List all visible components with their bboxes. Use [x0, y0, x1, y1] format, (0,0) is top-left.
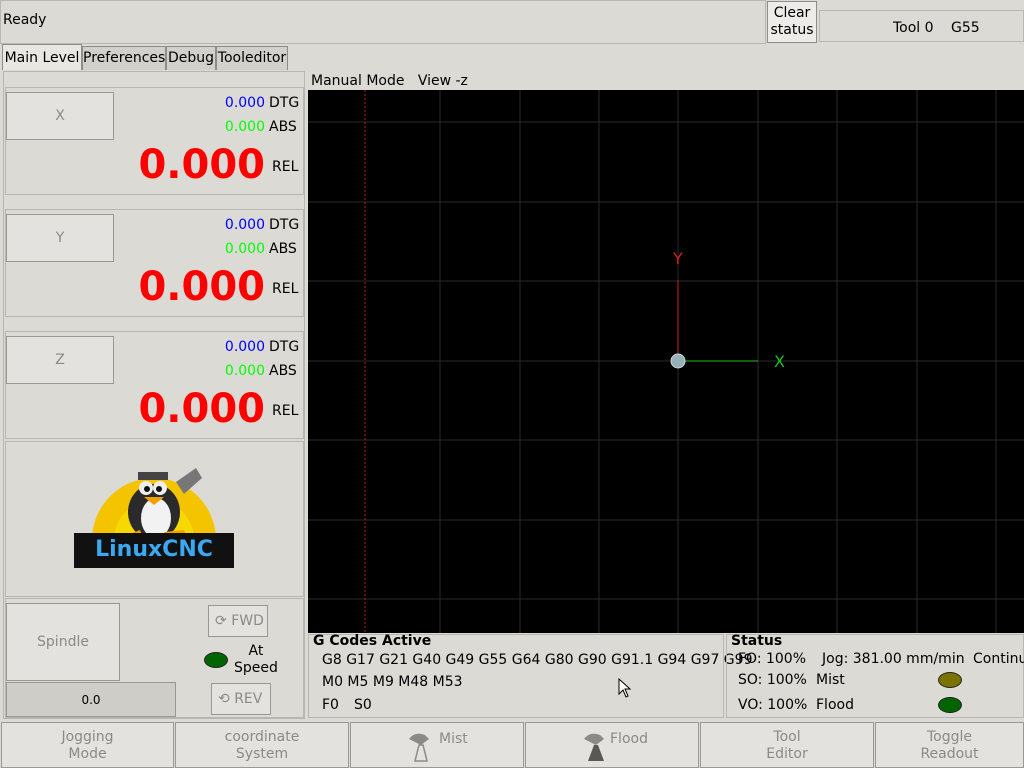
axis-y-abs-value: 0.000 — [224, 241, 265, 257]
axis-x-rel-label: REL — [272, 159, 299, 175]
clear-status-label-2: status — [770, 22, 814, 38]
axis-z-dtg-label: DTG — [269, 339, 300, 355]
jog-mode: Continuous — [973, 651, 1024, 667]
spindle-rev-label: REV — [234, 691, 263, 707]
tab-debug[interactable]: Debug — [166, 46, 216, 70]
axis-x-button[interactable]: X — [6, 92, 114, 140]
at-speed-label-2: Speed — [234, 660, 278, 676]
spindle-button[interactable]: Spindle — [6, 603, 120, 681]
flood-button[interactable]: Flood — [525, 722, 699, 768]
axis-y-dtg-label: DTG — [269, 217, 300, 233]
gcodes-line-1: G8 G17 G21 G40 G49 G55 G64 G80 G90 G91.1… — [322, 652, 753, 668]
axis-z-dtg-value: 0.000 — [224, 339, 265, 355]
coordinate-system-button[interactable]: coordinate System — [175, 722, 349, 768]
spindle-fwd-label: FWD — [231, 613, 264, 629]
spindle-fwd-button[interactable]: ⟳ FWD — [208, 605, 268, 637]
mist-icon — [409, 733, 429, 762]
jog-rate: Jog: 381.00 mm/min — [822, 651, 965, 667]
at-speed-label-1: At — [248, 643, 264, 659]
axis-y-rel-label: REL — [272, 281, 299, 297]
axis-x-dtg-value: 0.000 — [224, 95, 265, 111]
graphics-y-axis-label: Y — [672, 249, 683, 268]
axis-z-rel-value: 0.000 — [138, 386, 265, 432]
gcodes-speed: S0 — [354, 697, 372, 713]
axis-z-rel-label: REL — [272, 403, 299, 419]
coord-system-label: G55 — [951, 20, 980, 36]
gcodes-line-2: M0 M5 M9 M48 M53 — [322, 674, 463, 690]
feed-override: FO: 100% — [738, 651, 807, 667]
axis-z-abs-label: ABS — [269, 363, 297, 379]
spindle-speed-display: 0.0 — [6, 682, 176, 717]
tab-main-level[interactable]: Main Level — [2, 44, 82, 70]
axis-y-button[interactable]: Y — [6, 214, 114, 262]
jogging-mode-label-2: Mode — [68, 746, 107, 762]
at-speed-led — [204, 652, 228, 668]
spindle-rev-button[interactable]: ⟲ REV — [211, 683, 271, 715]
axis-z-button[interactable]: Z — [6, 336, 114, 384]
tool-label: Tool 0 — [893, 20, 934, 36]
clear-status-button[interactable]: Clear status — [767, 1, 817, 43]
toggle-readout-label-2: Readout — [920, 746, 979, 762]
linuxcnc-penguin-icon — [92, 468, 216, 540]
rotate-cw-icon: ⟳ — [215, 613, 227, 629]
at-speed-label: At Speed — [234, 643, 278, 677]
axis-y-dtg-value: 0.000 — [224, 217, 265, 233]
logo-text: LinuxCNC — [95, 537, 213, 562]
toggle-readout-label-1: Toggle — [926, 729, 972, 745]
axis-x-rel-value: 0.000 — [138, 142, 265, 188]
mist-led — [938, 672, 962, 688]
axis-y-rel-value: 0.000 — [138, 264, 265, 310]
mist-status-label: Mist — [816, 672, 845, 688]
toggle-readout-button[interactable]: Toggle Readout — [875, 722, 1024, 768]
flood-led — [938, 697, 962, 713]
mist-button[interactable]: Mist — [350, 722, 524, 768]
tool-editor-label-1: Tool — [773, 729, 801, 745]
status-bar — [0, 0, 766, 44]
status-text: Ready — [3, 12, 47, 28]
axis-x-abs-label: ABS — [269, 119, 297, 135]
graphics-mode: Manual Mode — [311, 73, 405, 89]
tool-editor-label-2: Editor — [766, 746, 808, 762]
mist-button-label: Mist — [439, 731, 468, 747]
axis-x-abs-value: 0.000 — [224, 119, 265, 135]
jogging-mode-label-1: Jogging — [61, 729, 114, 745]
gcodes-feed: F0 — [322, 697, 339, 713]
flood-status-label: Flood — [816, 697, 854, 713]
max-velocity-override: VO: 100% — [738, 697, 808, 713]
clear-status-label-1: Clear — [773, 5, 811, 21]
mouse-cursor-icon — [618, 678, 632, 698]
flood-icon — [584, 733, 604, 761]
axis-z-abs-value: 0.000 — [224, 363, 265, 379]
coordinate-system-label-1: coordinate — [224, 729, 300, 745]
axis-x-dtg-label: DTG — [269, 95, 300, 111]
graphics-canvas[interactable]: X Y — [308, 90, 1024, 633]
graphics-title: Manual Mode View -z — [311, 73, 468, 89]
status-title: Status — [731, 633, 783, 649]
tool-editor-button[interactable]: Tool Editor — [700, 722, 874, 768]
tab-preferences[interactable]: Preferences — [82, 46, 166, 70]
flood-button-label: Flood — [610, 731, 648, 747]
tab-tooleditor[interactable]: Tooleditor — [216, 46, 288, 70]
coordinate-system-label-2: System — [235, 746, 289, 762]
graphics-grid: X Y — [308, 90, 1024, 633]
graphics-view: View -z — [417, 73, 468, 89]
axis-y-abs-label: ABS — [269, 241, 297, 257]
rotate-ccw-icon: ⟲ — [218, 691, 230, 707]
graphics-x-axis-label: X — [774, 352, 785, 371]
gcodes-title: G Codes Active — [313, 633, 432, 649]
jogging-mode-button[interactable]: Jogging Mode — [1, 722, 174, 768]
spindle-override: SO: 100% — [738, 672, 807, 688]
